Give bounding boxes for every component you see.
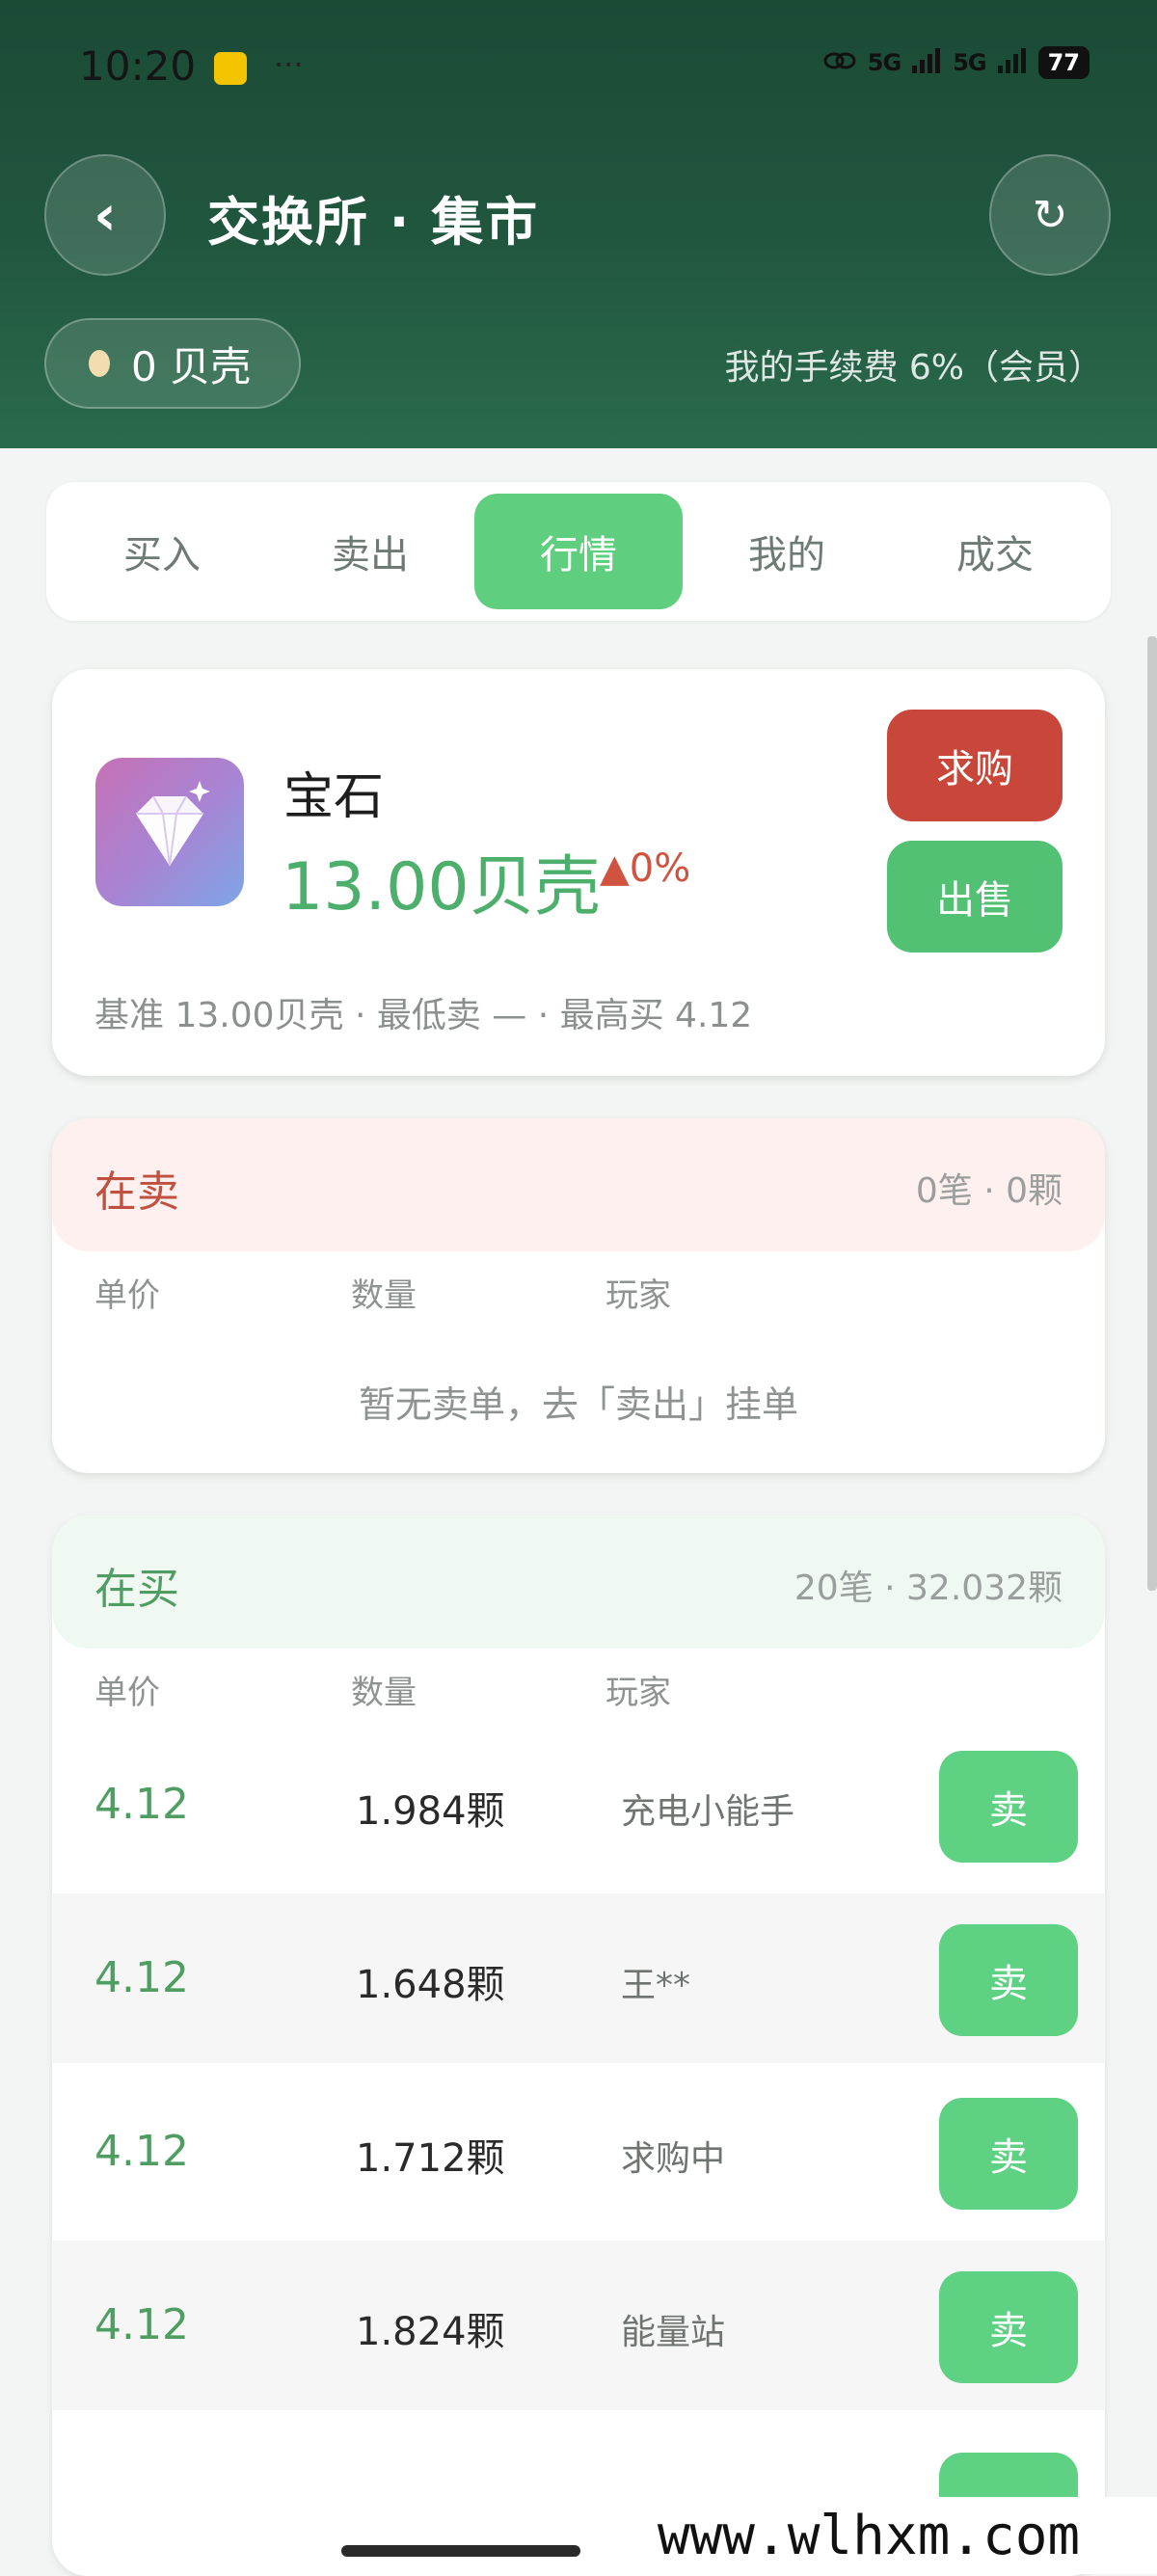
item-summary-card: 宝石 13.00贝壳 ▲0% 求购 出售 基准 13.00贝壳 · 最低卖 — … — [52, 669, 1105, 1076]
item-meta: 基准 13.00贝壳 · 最低卖 — · 最高买 4.12 — [94, 996, 753, 1035]
refresh-icon: ↻ — [1032, 190, 1068, 240]
row-qty: 1.984颗 — [356, 1789, 505, 1834]
chevron-left-icon: ‹ — [94, 182, 117, 248]
home-indicator[interactable] — [341, 2545, 580, 2557]
row-player: 王** — [621, 1966, 691, 2005]
more-notifications-icon: ··· — [274, 46, 304, 83]
scrollbar[interactable] — [1147, 636, 1157, 1591]
sell-to-button[interactable]: 卖 — [939, 1751, 1078, 1863]
tab-mine[interactable]: 我的 — [683, 494, 891, 609]
row-player: 求购中 — [621, 2139, 726, 2179]
row-player: 充电小能手 — [621, 1792, 795, 1832]
buying-stats: 20笔 · 32.032颗 — [794, 1569, 1063, 1608]
item-price: 13.00贝壳 — [282, 849, 601, 926]
row-price: 4.12 — [94, 1953, 189, 2002]
col-header-qty: 数量 — [351, 1674, 417, 1712]
selling-stats: 0笔 · 0颗 — [915, 1171, 1063, 1211]
status-bar: 10:20 ··· 5G 5G 77 — [79, 42, 1090, 96]
tab-buy[interactable]: 买入 — [58, 494, 266, 609]
notification-app-icon — [214, 52, 247, 85]
sell-to-button[interactable]: 卖 — [939, 2098, 1078, 2210]
table-row: 4.12 1.712颗 求购中 卖 — [52, 2067, 1105, 2237]
tab-sell[interactable]: 卖出 — [266, 494, 474, 609]
col-header-price: 单价 — [94, 1674, 160, 1712]
sell-to-button[interactable]: 卖 — [939, 1924, 1078, 2036]
table-row: 4.12 1.984颗 充电小能手 卖 — [52, 1720, 1105, 1890]
col-header-player: 玩家 — [605, 1674, 671, 1712]
row-player: 能量站 — [621, 2313, 726, 2352]
fee-text: 我的手续费 6%（会员） — [724, 348, 1103, 388]
signal-icon-1: 5G — [867, 49, 901, 76]
item-name: 宝石 — [283, 768, 385, 826]
col-header-player: 玩家 — [605, 1276, 671, 1315]
row-price: 4.12 — [94, 1780, 189, 1829]
signal-bars-icon-1 — [912, 48, 941, 77]
balance-pill[interactable]: 0 贝壳 — [44, 318, 301, 409]
request-buy-button[interactable]: 求购 — [887, 710, 1063, 821]
row-price: 4.12 — [94, 2127, 189, 2176]
watermark: www.wlhxm.com — [580, 2497, 1157, 2574]
refresh-button[interactable]: ↻ — [989, 154, 1111, 276]
sell-button[interactable]: 出售 — [887, 841, 1063, 953]
tab-deals[interactable]: 成交 — [891, 494, 1099, 609]
table-row: 4.12 1.824颗 能量站 卖 — [52, 2241, 1105, 2410]
selling-card: 在卖 0笔 · 0颗 单价 数量 玩家 暂无卖单，去「卖出」挂单 — [52, 1118, 1105, 1473]
battery-indicator: 77 — [1037, 46, 1090, 79]
status-right: 5G 5G 77 — [823, 46, 1090, 79]
header-bar: 10:20 ··· 5G 5G 77 ‹ 交换所 · 集市 ↻ 0 贝壳 我的手… — [0, 0, 1157, 448]
row-price: 4.12 — [94, 2300, 189, 2349]
col-header-price: 单价 — [94, 1276, 160, 1315]
status-time: 10:20 — [79, 42, 197, 90]
link-icon — [823, 50, 856, 75]
row-qty: 1.712颗 — [356, 2136, 505, 2181]
selling-title: 在卖 — [94, 1167, 179, 1217]
row-qty: 1.824颗 — [356, 2310, 505, 2354]
shell-icon — [89, 350, 110, 377]
balance-text: 0 贝壳 — [131, 342, 252, 390]
tab-market[interactable]: 行情 — [474, 494, 683, 609]
signal-bars-icon-2 — [997, 48, 1027, 77]
col-header-qty: 数量 — [351, 1276, 417, 1315]
price-change: ▲0% — [600, 846, 691, 891]
row-qty: 1.648颗 — [356, 1963, 505, 2007]
buying-card: 在买 20笔 · 32.032颗 单价 数量 玩家 4.12 1.984颗 充电… — [52, 1516, 1105, 2576]
sell-to-button[interactable]: 卖 — [939, 2271, 1078, 2383]
buying-title: 在买 — [94, 1565, 179, 1614]
page-title: 交换所 · 集市 — [207, 192, 540, 253]
empty-state: 暂无卖单，去「卖出」挂单 — [358, 1383, 798, 1426]
signal-icon-2: 5G — [953, 49, 986, 76]
back-button[interactable]: ‹ — [44, 154, 166, 276]
table-row: 4.12 1.648颗 王** 卖 — [52, 1893, 1105, 2063]
diamond-icon — [95, 758, 244, 906]
tab-bar: 买入 卖出 行情 我的 成交 — [46, 482, 1111, 621]
